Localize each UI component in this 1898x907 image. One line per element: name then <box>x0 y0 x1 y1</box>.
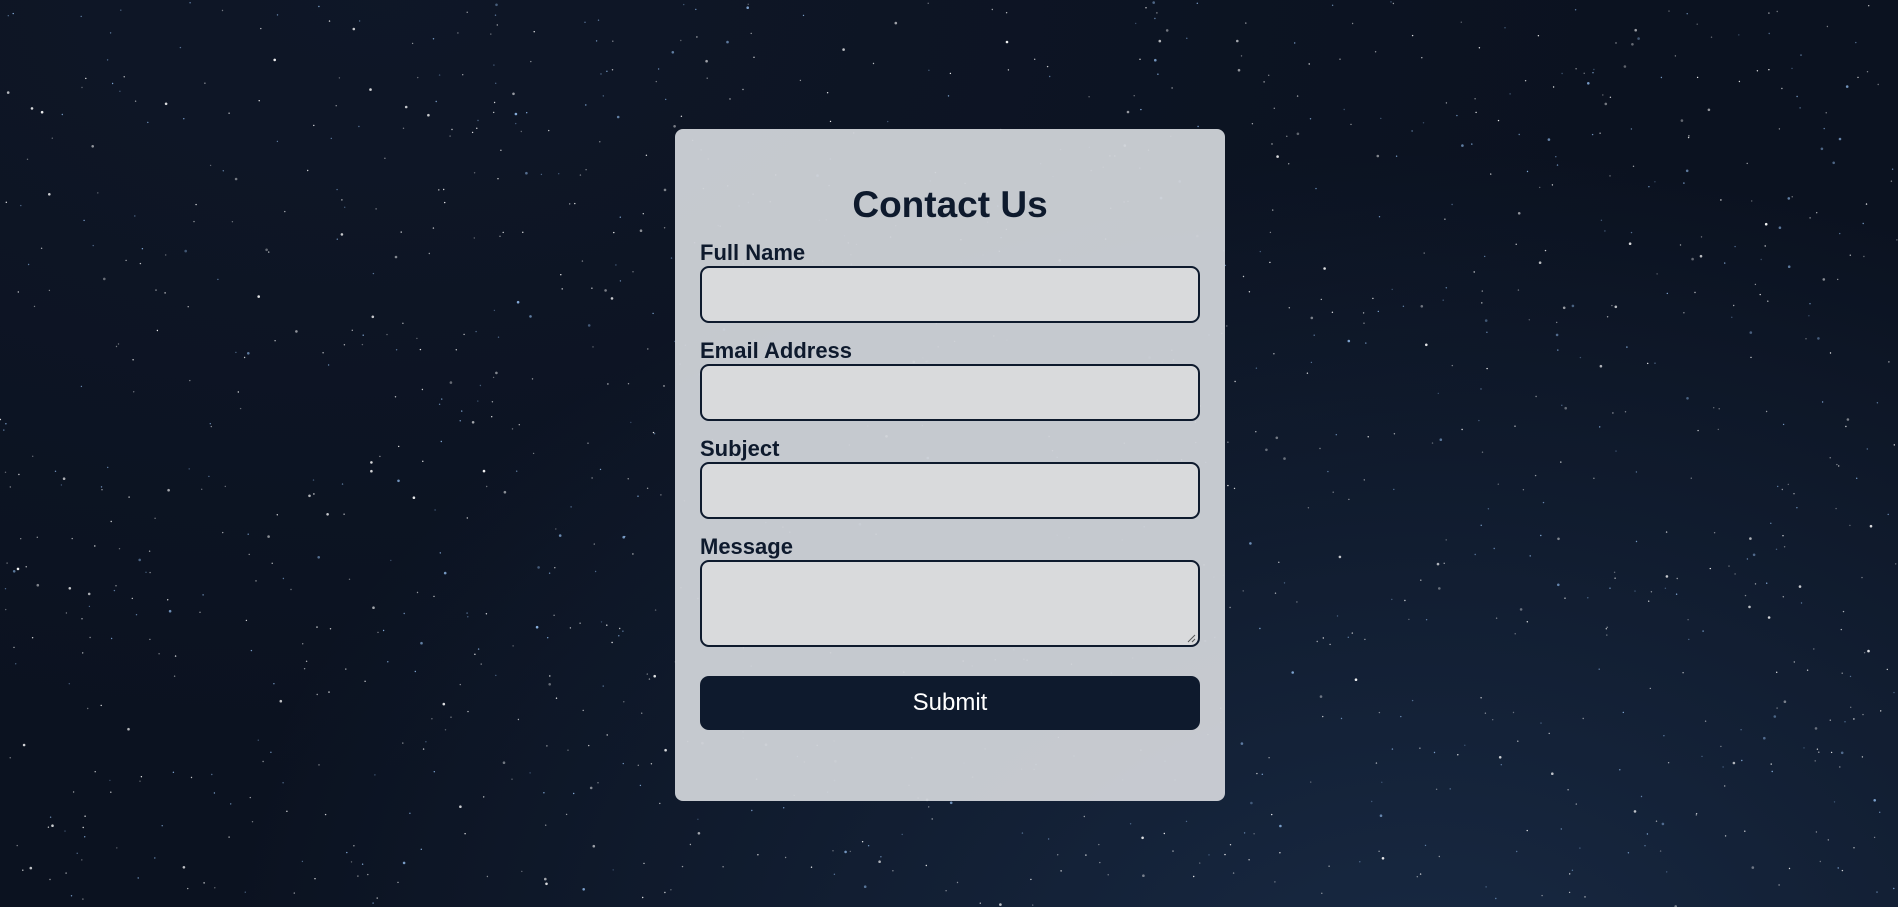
email-label: Email Address <box>700 338 853 363</box>
submit-button[interactable]: Submit <box>700 676 1200 730</box>
resize-handle-icon[interactable] <box>1186 633 1196 643</box>
message-textarea[interactable] <box>700 560 1200 647</box>
full-name-label: Full Name <box>700 240 806 265</box>
contact-form: Full Name Email Address Subject Message … <box>700 241 1200 730</box>
full-name-input[interactable] <box>700 266 1200 323</box>
message-group: Message <box>700 535 1200 647</box>
subject-label: Subject <box>700 436 780 461</box>
email-input[interactable] <box>700 364 1200 421</box>
email-group: Email Address <box>700 339 1200 421</box>
subject-group: Subject <box>700 437 1200 519</box>
form-title: Contact Us <box>852 184 1048 225</box>
subject-input[interactable] <box>700 462 1200 519</box>
message-label: Message <box>700 534 793 559</box>
full-name-group: Full Name <box>700 241 1200 323</box>
contact-form-card: Contact Us Full Name Email Address Subje… <box>675 129 1225 801</box>
